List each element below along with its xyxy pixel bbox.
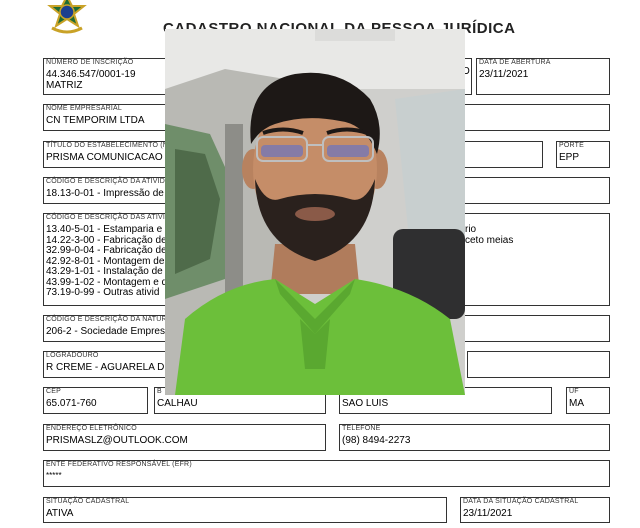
bairro-label: B xyxy=(157,388,162,395)
complemento-box xyxy=(467,351,610,378)
atividade-secundaria-item: 13.40-5-01 - Estamparia e xyxy=(46,224,163,235)
atividades-secundarias-label: CÓDIGO E DESCRIÇÃO DAS ATIVI xyxy=(46,214,166,221)
cep-label: CEP xyxy=(46,388,61,395)
nome-empresarial-label: NOME EMPRESARIAL xyxy=(46,105,122,112)
inscricao-type: MATRIZ xyxy=(46,80,83,91)
data-situacao-label: DATA DA SITUAÇÃO CADASTRAL xyxy=(463,498,579,505)
uf-label: UF xyxy=(569,388,579,395)
efr-box: ENTE FEDERATIVO RESPONSÁVEL (EFR) ***** xyxy=(43,460,610,487)
situacao-label: SITUAÇÃO CADASTRAL xyxy=(46,498,130,505)
abertura-label: DATA DE ABERTURA xyxy=(479,59,551,66)
uf-value: MA xyxy=(569,398,584,409)
inscricao-label: NÚMERO DE INSCRIÇÃO xyxy=(46,59,134,66)
coat-of-arms-emblem xyxy=(44,0,90,34)
email-value: PRISMASLZ@OUTLOOK.COM xyxy=(46,435,188,446)
cep-value: 65.071-760 xyxy=(46,398,97,409)
atividade-secundaria-item: 43.29-1-01 - Instalação de xyxy=(46,266,163,277)
telefone-label: TELEFONE xyxy=(342,425,381,432)
logradouro-value: R CREME - AGUARELA D xyxy=(46,362,165,373)
atividade-principal-label: CÓDIGO E DESCRIÇÃO DA ATIVID xyxy=(46,178,166,185)
efr-label: ENTE FEDERATIVO RESPONSÁVEL (EFR) xyxy=(46,461,192,468)
atividade-secundaria-item: 73.19-0-99 - Outras ativid xyxy=(46,287,160,298)
municipio-value: SAO LUIS xyxy=(342,398,389,409)
situacao-value: ATIVA xyxy=(46,508,74,519)
atividade-fragment: ceto meias xyxy=(465,234,514,246)
porte-label: PORTE xyxy=(559,142,584,149)
email-box: ENDEREÇO ELETRÔNICO PRISMASLZ@OUTLOOK.CO… xyxy=(43,424,326,451)
inscricao-box: NÚMERO DE INSCRIÇÃO 44.346.547/0001-19 M… xyxy=(43,58,169,95)
data-situacao-value: 23/11/2021 xyxy=(463,508,513,519)
atividade-fragment: rio xyxy=(465,224,477,235)
efr-value: ***** xyxy=(46,471,62,480)
webcam-photo xyxy=(165,29,465,395)
cep-box: CEP 65.071-760 xyxy=(43,387,148,414)
porte-value: EPP xyxy=(559,152,580,163)
logradouro-label: LOGRADOURO xyxy=(46,352,99,359)
abertura-box: DATA DE ABERTURA 23/11/2021 xyxy=(476,58,610,95)
uf-box: UF MA xyxy=(566,387,610,414)
titulo-label: TÍTULO DO ESTABELECIMENTO (N xyxy=(46,142,169,149)
porte-box: PORTE EPP xyxy=(556,141,610,168)
situacao-box: SITUAÇÃO CADASTRAL ATIVA xyxy=(43,497,447,523)
inscricao-number: 44.346.547/0001-19 xyxy=(46,69,136,80)
nome-empresarial-value: CN TEMPORIM LTDA xyxy=(46,115,145,126)
atividade-secundaria-item: 32.99-0-04 - Fabricação de xyxy=(46,245,167,256)
natureza-label: CÓDIGO E DESCRIÇÃO DA NATUR xyxy=(46,316,167,323)
titulo-value: PRISMA COMUNICACAO xyxy=(46,152,163,163)
email-label: ENDEREÇO ELETRÔNICO xyxy=(46,425,137,432)
abertura-value: 23/11/2021 xyxy=(479,69,529,80)
atividade-principal-value: 18.13-0-01 - Impressão de xyxy=(46,188,164,199)
telefone-box: TELEFONE (98) 8494-2273 xyxy=(339,424,610,451)
natureza-value: 206-2 - Sociedade Empres xyxy=(46,326,165,337)
telefone-value: (98) 8494-2273 xyxy=(342,435,411,446)
bairro-value: CALHAU xyxy=(157,398,198,409)
data-situacao-box: DATA DA SITUAÇÃO CADASTRAL 23/11/2021 xyxy=(460,497,610,523)
